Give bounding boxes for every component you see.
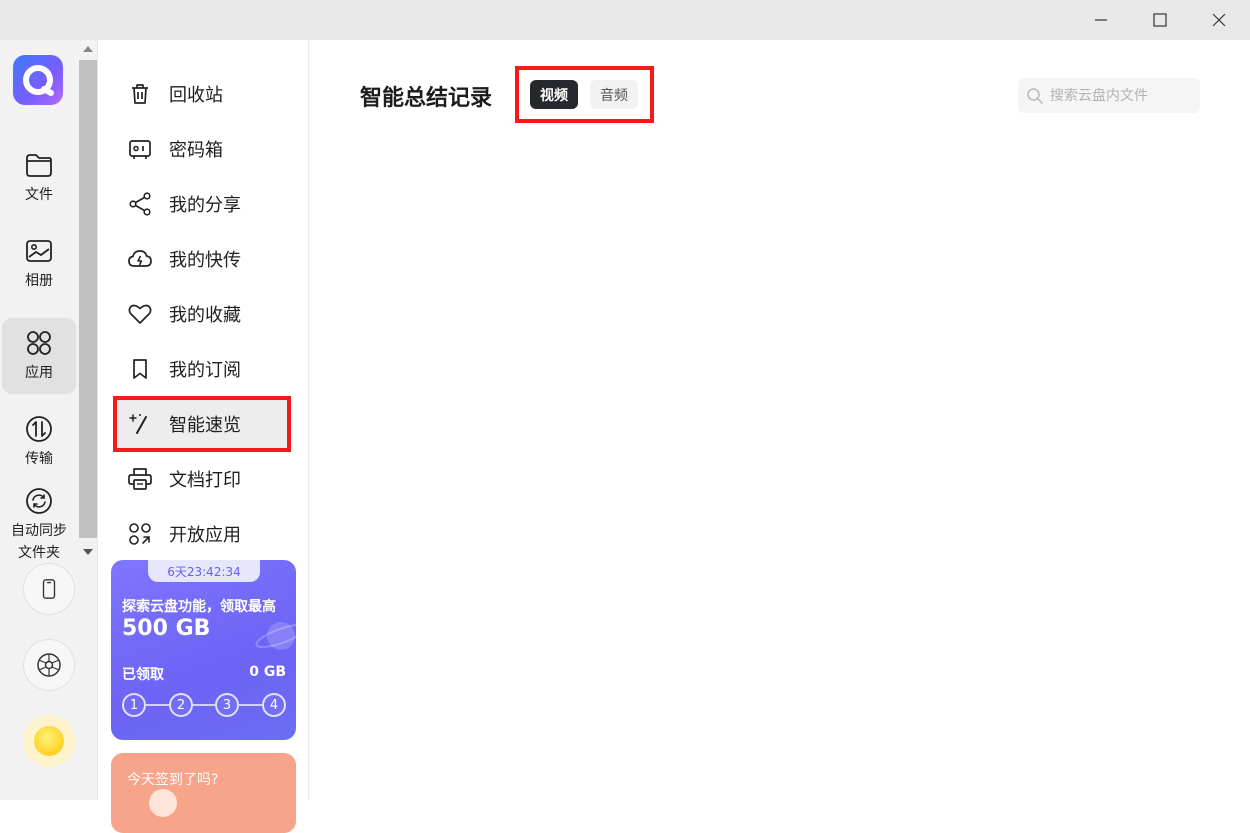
sidebar-item-recycle-bin[interactable]: 回收站	[113, 69, 289, 119]
sidebar-item-favorites[interactable]: 我的收藏	[113, 289, 289, 339]
heart-icon	[128, 304, 152, 324]
cloud-lightning-icon	[128, 250, 152, 267]
promo-claimed-label: 已领取	[122, 667, 164, 683]
sync-icon	[26, 488, 52, 514]
avatar-chick-icon	[34, 726, 64, 756]
search-icon	[1027, 87, 1043, 104]
sidebar-item-quick-transfer[interactable]: 我的快传	[113, 234, 289, 284]
sidebar-item-open-apps[interactable]: 开放应用	[113, 509, 289, 559]
planet-icon	[255, 622, 296, 650]
sidebar-item-subscriptions[interactable]: 我的订阅	[113, 344, 289, 394]
search-input[interactable]	[1050, 87, 1190, 104]
sidebar-item-my-share[interactable]: 我的分享	[113, 179, 289, 229]
rail-label-files: 文件	[25, 187, 53, 203]
printer-icon	[128, 468, 152, 490]
trash-icon	[132, 84, 148, 104]
promo-claimed-value: 0 GB	[249, 664, 286, 680]
title-bar	[0, 0, 1250, 40]
scroll-up-arrow-icon[interactable]	[83, 46, 93, 52]
cloud-logo-icon	[23, 65, 54, 96]
rail-item-auto-sync[interactable]: 自动同步文件夹	[0, 480, 78, 570]
phone-icon	[42, 579, 56, 599]
rail-scrollbar[interactable]	[79, 40, 97, 570]
scroll-down-arrow-icon[interactable]	[83, 549, 93, 555]
main-content: 智能总结记录 视频 音频	[310, 40, 1250, 800]
sidebar-label-smart-preview: 智能速览	[169, 415, 241, 436]
bookmark-icon	[133, 359, 147, 379]
sidebar-label-subscriptions: 我的订阅	[169, 360, 241, 381]
apps-grid-icon	[27, 331, 51, 355]
rail-item-apps[interactable]: 应用	[2, 318, 76, 394]
rail-label-auto-sync: 自动同步文件夹	[11, 523, 67, 561]
minimize-icon	[1095, 19, 1107, 21]
promo-text: 探索云盘功能，领取最高	[122, 599, 276, 615]
promo-step-4: 4	[262, 693, 286, 717]
sidebar-label-open-apps: 开放应用	[169, 525, 241, 546]
app-logo	[13, 55, 63, 105]
sidebar-label-favorites: 我的收藏	[169, 305, 241, 326]
tab-video[interactable]: 视频	[530, 80, 578, 109]
page-title: 智能总结记录	[360, 86, 493, 111]
checkin-card[interactable]: 今天签到了吗?	[111, 753, 296, 833]
rail-item-album[interactable]: 相册	[2, 226, 76, 302]
user-avatar[interactable]	[23, 715, 75, 767]
close-button[interactable]	[1190, 0, 1248, 40]
safe-box-icon	[129, 140, 151, 159]
open-apps-icon	[129, 523, 151, 545]
photo-album-icon	[26, 240, 52, 262]
search-box[interactable]	[1018, 78, 1200, 113]
sidebar-label-print: 文档打印	[169, 470, 241, 491]
folder-icon	[26, 154, 52, 177]
rail-label-transfer: 传输	[25, 451, 53, 467]
promo-timer: 6天23:42:34	[148, 560, 260, 582]
tab-audio[interactable]: 音频	[590, 80, 638, 109]
sidebar-label-my-share: 我的分享	[169, 195, 241, 216]
scroll-thumb[interactable]	[79, 60, 97, 538]
sidebar-item-print[interactable]: 文档打印	[113, 454, 289, 504]
step-connector	[146, 704, 169, 706]
transfer-icon	[26, 416, 52, 442]
minimize-button[interactable]	[1072, 0, 1130, 40]
promo-card[interactable]: 6天23:42:34 探索云盘功能，领取最高 500 GB 已领取 0 GB 1…	[111, 560, 296, 740]
left-rail: 文件 相册 应用 传输 自动同步文件夹	[0, 40, 98, 800]
sidebar-label-quick-transfer: 我的快传	[169, 250, 241, 271]
sidebar-label-safe: 密码箱	[169, 140, 223, 161]
gear-icon	[37, 653, 61, 677]
rail-item-transfer[interactable]: 传输	[2, 404, 76, 480]
promo-step-3: 3	[215, 693, 239, 717]
checkin-text: 今天签到了吗?	[127, 772, 219, 788]
promo-step-1: 1	[122, 693, 146, 717]
settings-button[interactable]	[23, 639, 75, 691]
maximize-icon	[1153, 13, 1167, 27]
maximize-button[interactable]	[1131, 0, 1189, 40]
rail-item-files[interactable]: 文件	[2, 140, 76, 216]
mobile-button[interactable]	[23, 563, 75, 615]
sidebar-item-safe[interactable]: 密码箱	[113, 124, 289, 174]
step-connector	[193, 704, 215, 706]
promo-step-2: 2	[169, 693, 193, 717]
share-icon	[129, 192, 151, 216]
close-icon	[1212, 13, 1226, 27]
magic-wand-icon	[129, 414, 147, 434]
rail-label-apps: 应用	[25, 365, 53, 381]
step-connector	[239, 704, 262, 706]
apps-sidebar: 回收站 密码箱 我的分享 我的快传 我的收藏 我的订阅 智能速览 文档打印 开放…	[99, 40, 309, 833]
checkin-decoration-icon	[149, 789, 177, 817]
rail-label-album: 相册	[25, 273, 53, 289]
promo-amount: 500 GB	[122, 616, 211, 641]
promo-steps: 1 2 3 4	[122, 693, 286, 717]
sidebar-label-recycle-bin: 回收站	[169, 85, 223, 106]
sidebar-item-smart-preview[interactable]: 智能速览	[113, 399, 289, 449]
